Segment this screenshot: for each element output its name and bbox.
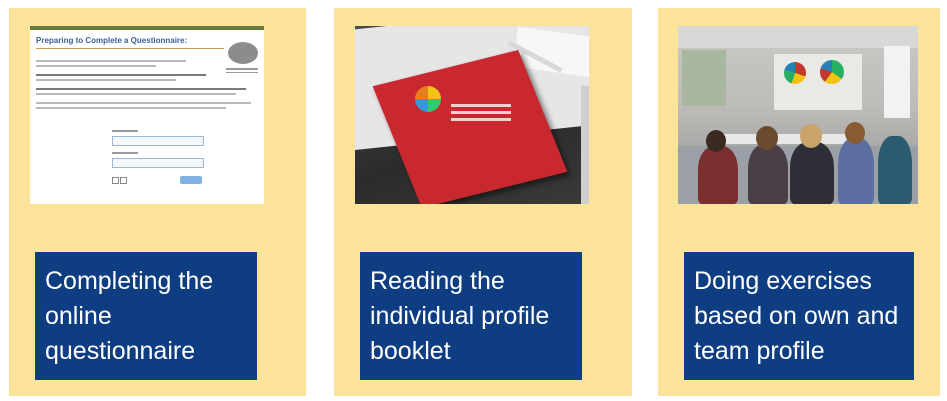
projection-screen-image: [774, 54, 862, 110]
pie-wheel-icon: [784, 62, 806, 84]
caption-line: Reading the: [370, 267, 505, 295]
panel-questionnaire: Preparing to Complete a Questionnaire: C…: [9, 8, 306, 396]
profile-wheel-logo-icon: [415, 86, 441, 112]
pie-wheel-icon: [820, 60, 844, 84]
caption-line: individual profile: [370, 302, 550, 330]
caption-line: Completing the: [45, 267, 214, 295]
questionnaire-screenshot-title: Preparing to Complete a Questionnaire:: [36, 36, 188, 45]
caption-team-exercises: Doing exercises based on own and team pr…: [684, 252, 914, 380]
workshop-room-photo: [678, 26, 918, 204]
caption-line: based on own and: [694, 302, 899, 330]
profile-booklet-photo: [355, 26, 589, 204]
panel-profile-booklet: Reading the individual profile booklet: [334, 8, 632, 396]
caption-profile-booklet: Reading the individual profile booklet: [360, 252, 582, 380]
caption-line: Doing exercises: [694, 267, 872, 295]
panel-team-exercises: Doing exercises based on own and team pr…: [658, 8, 940, 396]
flipchart-image: [884, 46, 910, 118]
caption-line: questionnaire: [45, 337, 196, 365]
speech-bubble-icon: [228, 42, 258, 64]
caption-line: online: [45, 302, 112, 330]
caption-line: booklet: [370, 337, 451, 365]
caption-questionnaire: Completing the online questionnaire: [35, 252, 257, 380]
questionnaire-screenshot-image: Preparing to Complete a Questionnaire:: [30, 26, 264, 204]
caption-line: team profile: [694, 337, 825, 365]
